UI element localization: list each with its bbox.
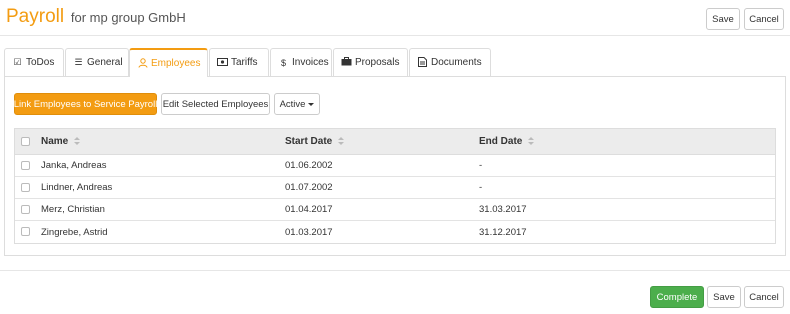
document-icon xyxy=(417,56,428,69)
tab-documents[interactable]: Documents xyxy=(409,48,491,76)
tab-tariffs[interactable]: Tariffs xyxy=(209,48,269,76)
table-row: Lindner, Andreas 01.07.2002 - xyxy=(15,177,775,199)
column-header-name[interactable]: Name xyxy=(41,129,81,154)
table-row: Zingrebe, Astrid 01.03.2017 31.12.2017 xyxy=(15,221,775,243)
cell-end-date: 31.03.2017 xyxy=(479,204,527,215)
cell-name: Zingrebe, Astrid xyxy=(41,226,108,238)
column-header-label: End Date xyxy=(479,136,523,147)
status-filter-label: Active xyxy=(279,98,306,110)
header-cancel-button[interactable]: Cancel xyxy=(744,8,784,30)
row-checkbox[interactable] xyxy=(21,227,30,236)
cell-start-date: 01.07.2002 xyxy=(285,182,333,193)
status-filter-dropdown[interactable]: Active xyxy=(274,93,320,115)
employees-table: Name Start Date End Date Janka, Andreas … xyxy=(14,128,776,244)
sort-icon xyxy=(338,137,345,146)
edit-selected-employees-button[interactable]: Edit Selected Employees xyxy=(161,93,270,115)
user-icon xyxy=(137,57,148,70)
tab-label: Documents xyxy=(431,57,482,68)
dollar-icon: $ xyxy=(280,57,286,68)
table-header: Name Start Date End Date xyxy=(15,129,775,155)
tab-label: Invoices xyxy=(292,57,329,68)
tab-label: Tariffs xyxy=(231,57,258,68)
tab-proposals[interactable]: Proposals xyxy=(333,48,408,76)
link-employees-button[interactable]: Link Employees to Service Payroll xyxy=(14,93,157,115)
money-icon xyxy=(217,57,228,68)
table-row: Merz, Christian 01.04.2017 31.03.2017 xyxy=(15,199,775,221)
tab-label: Employees xyxy=(151,58,201,69)
cell-end-date: - xyxy=(479,160,483,171)
sort-icon xyxy=(528,137,535,146)
page-title: Payroll for mp group GmbH xyxy=(6,6,186,28)
cell-end-date: - xyxy=(479,182,483,193)
footer-cancel-button[interactable]: Cancel xyxy=(744,286,784,308)
cell-name: Merz, Christian xyxy=(41,204,105,215)
briefcase-icon xyxy=(341,57,352,68)
footer-save-button[interactable]: Save xyxy=(707,286,741,308)
row-checkbox[interactable] xyxy=(21,161,30,170)
tab-invoices[interactable]: $ Invoices xyxy=(270,48,332,76)
column-header-end-date[interactable]: End Date xyxy=(479,129,535,154)
cell-end-date: 31.12.2017 xyxy=(479,226,527,238)
column-header-start-date[interactable]: Start Date xyxy=(285,129,345,154)
row-checkbox[interactable] xyxy=(21,183,30,192)
cell-name: Janka, Andreas xyxy=(41,160,107,171)
caret-down-icon xyxy=(308,102,315,106)
select-all-checkbox[interactable] xyxy=(21,137,30,146)
tab-employees[interactable]: Employees xyxy=(129,48,208,77)
tab-todos[interactable]: ☑ ToDos xyxy=(4,48,64,76)
page-title-main: Payroll xyxy=(6,6,65,27)
cell-start-date: 01.03.2017 xyxy=(285,226,333,238)
header-save-button[interactable]: Save xyxy=(706,8,740,30)
complete-button[interactable]: Complete xyxy=(650,286,704,308)
sort-icon xyxy=(74,137,81,146)
footer-divider xyxy=(0,270,790,271)
page-header: Payroll for mp group GmbH Save Cancel xyxy=(0,0,790,36)
column-header-label: Start Date xyxy=(285,136,333,147)
tab-label: ToDos xyxy=(26,57,55,68)
tab-label: General xyxy=(87,57,123,68)
row-checkbox[interactable] xyxy=(21,205,30,214)
table-row: Janka, Andreas 01.06.2002 - xyxy=(15,155,775,177)
cell-name: Lindner, Andreas xyxy=(41,182,113,193)
column-header-label: Name xyxy=(41,136,69,147)
cell-start-date: 01.04.2017 xyxy=(285,204,333,215)
page-title-subtitle: for mp group GmbH xyxy=(70,10,186,25)
tab-general[interactable]: ☰ General xyxy=(65,48,129,76)
checkbox-icon: ☑ xyxy=(13,57,22,67)
cell-start-date: 01.06.2002 xyxy=(285,160,333,171)
list-icon: ☰ xyxy=(74,57,83,67)
tab-label: Proposals xyxy=(355,57,400,68)
